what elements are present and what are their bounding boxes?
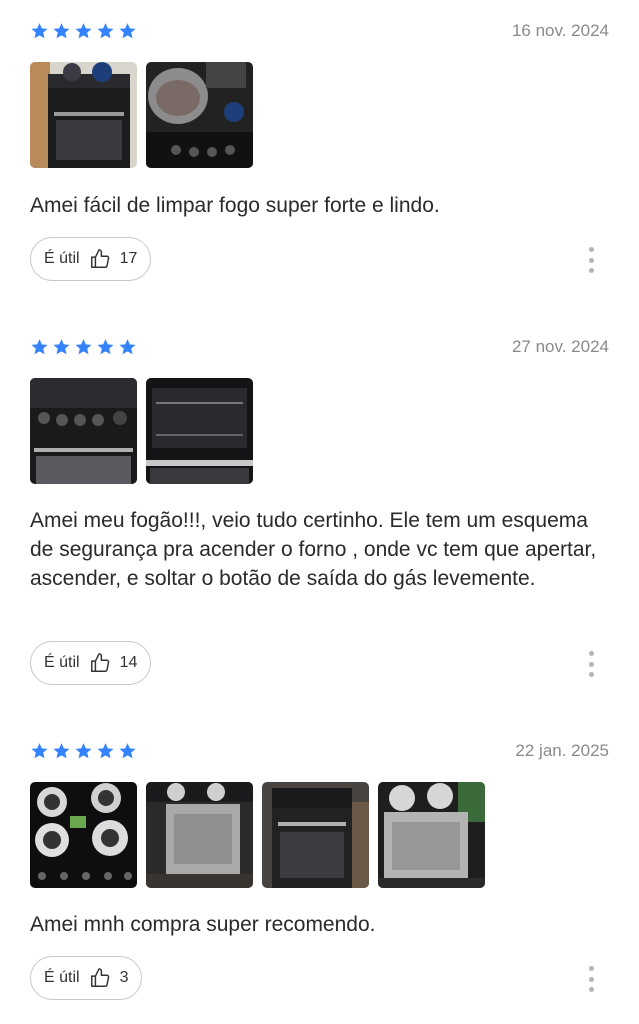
useful-label: É útil [44, 654, 80, 671]
star-icon [74, 742, 93, 760]
useful-button[interactable]: É útil 3 [30, 956, 143, 1000]
oven-interior-photo[interactable] [146, 378, 253, 484]
useful-count: 14 [119, 654, 138, 671]
review-date: 22 jan. 2025 [515, 741, 609, 760]
rating-stars [30, 742, 137, 760]
useful-label: É útil [44, 250, 80, 267]
review-card: 27 nov. 2024 Amei meu fogão!!!, veio tud… [0, 316, 639, 696]
review-card: 16 nov. 2024 Amei fácil de limpar fogo s… [0, 0, 639, 300]
rating-stars [30, 22, 137, 40]
review-card: 22 jan. 2025 Amei mnh compra super recom… [0, 720, 639, 1024]
more-options-icon[interactable] [586, 651, 596, 677]
stove-knobs-photo[interactable] [30, 378, 137, 484]
stove-top-pot-photo[interactable] [146, 62, 253, 168]
star-icon [30, 338, 49, 356]
star-icon [96, 338, 115, 356]
star-icon [74, 338, 93, 356]
review-photos [30, 782, 485, 888]
review-date: 16 nov. 2024 [511, 21, 609, 40]
rating-stars [30, 338, 137, 356]
more-options-icon[interactable] [586, 247, 596, 273]
star-icon [118, 742, 137, 760]
useful-label: É útil [44, 969, 80, 986]
useful-count: 3 [119, 969, 129, 986]
burners-top-photo[interactable] [30, 782, 137, 888]
review-date: 27 nov. 2024 [511, 337, 609, 356]
star-icon [96, 742, 115, 760]
thumbs-up-icon [89, 967, 111, 989]
star-icon [30, 22, 49, 40]
review-photos [30, 62, 253, 168]
star-icon [74, 22, 93, 40]
more-options-icon[interactable] [586, 966, 596, 992]
star-icon [118, 338, 137, 356]
stove-side-burners-photo[interactable] [378, 782, 485, 888]
useful-button[interactable]: É útil 14 [30, 641, 152, 685]
useful-count: 17 [119, 250, 138, 267]
star-icon [96, 22, 115, 40]
review-text: Amei mnh compra super recomendo. [30, 913, 376, 936]
stove-front-oven-photo[interactable] [262, 782, 369, 888]
star-icon [52, 22, 71, 40]
thumbs-up-icon [89, 248, 111, 270]
star-icon [52, 742, 71, 760]
star-icon [30, 742, 49, 760]
review-text: Amei meu fogão!!!, veio tudo certinho. E… [30, 509, 597, 590]
review-photos [30, 378, 253, 484]
stove-front-photo[interactable] [30, 62, 137, 168]
review-text: Amei fácil de limpar fogo super forte e … [30, 194, 440, 217]
star-icon [52, 338, 71, 356]
star-icon [118, 22, 137, 40]
useful-button[interactable]: É útil 17 [30, 237, 152, 281]
stove-side-photo[interactable] [146, 782, 253, 888]
thumbs-up-icon [89, 652, 111, 674]
